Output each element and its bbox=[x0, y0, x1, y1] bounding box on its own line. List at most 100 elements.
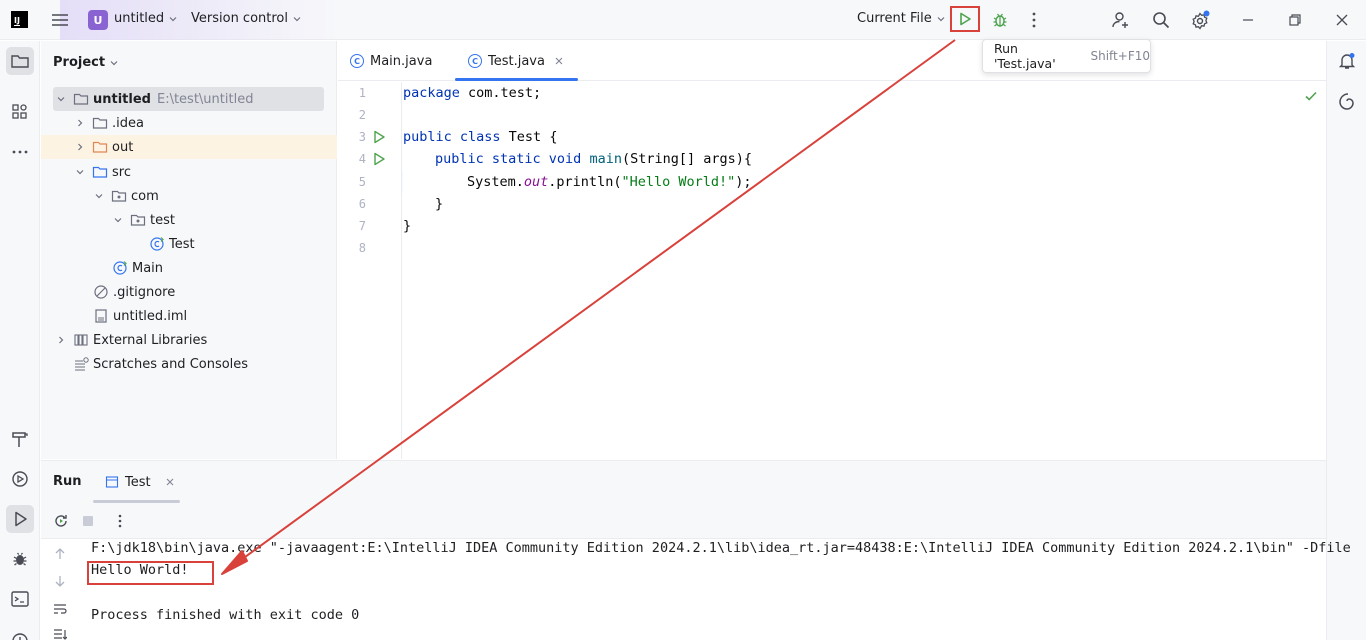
soft-wrap-icon[interactable] bbox=[53, 602, 67, 616]
editor-tab-bar: C Main.java C Test.java bbox=[338, 41, 1326, 81]
run-panel-header: Run Test bbox=[41, 461, 1326, 503]
chevron-down-icon bbox=[93, 190, 105, 202]
folder-icon bbox=[11, 55, 29, 68]
rerun-icon[interactable] bbox=[53, 513, 69, 529]
chevron-down-icon bbox=[55, 93, 67, 105]
package-icon bbox=[130, 212, 146, 228]
project-name: untitled bbox=[114, 11, 165, 26]
line-number: 3 bbox=[358, 130, 366, 144]
bug-icon bbox=[993, 13, 1007, 27]
ignore-file-icon bbox=[93, 284, 109, 300]
code-editor[interactable]: package com.test; public class Test { pu… bbox=[403, 82, 1325, 459]
services-tool-button[interactable] bbox=[6, 465, 34, 493]
tree-item-label: untitled.iml bbox=[113, 308, 188, 324]
tree-item-src[interactable]: src bbox=[41, 160, 337, 184]
ai-assistant-button[interactable] bbox=[1333, 87, 1361, 115]
tree-item-label: External Libraries bbox=[93, 332, 208, 348]
java-class-icon: C bbox=[350, 54, 364, 68]
spiral-icon bbox=[1339, 93, 1354, 110]
tree-item-untitled[interactable]: untitled E:\test\untitled bbox=[41, 87, 337, 111]
debug-button[interactable] bbox=[990, 10, 1010, 30]
notifications-button[interactable] bbox=[1333, 47, 1361, 75]
tree-item-label: out bbox=[112, 139, 134, 155]
close-tab-icon[interactable] bbox=[165, 477, 175, 487]
vcs-selector[interactable]: Version control bbox=[191, 11, 302, 26]
chevron-right-icon bbox=[74, 117, 86, 129]
folder-excluded-icon bbox=[92, 139, 108, 155]
line-number: 7 bbox=[358, 219, 366, 233]
structure-tool-button[interactable] bbox=[6, 98, 34, 126]
main-menu-icon[interactable] bbox=[50, 10, 70, 30]
more-tools-icon[interactable] bbox=[6, 138, 34, 166]
run-tooltip: Run 'Test.java' Shift+F10 bbox=[982, 39, 1151, 73]
add-user-icon[interactable] bbox=[1111, 10, 1131, 30]
tree-item-label: Test bbox=[169, 236, 195, 252]
more-actions-icon[interactable] bbox=[112, 513, 128, 529]
tree-item-label: Main bbox=[132, 260, 164, 276]
line-number: 4 bbox=[358, 152, 366, 166]
chevron-down-icon bbox=[937, 16, 945, 21]
structure-icon bbox=[12, 104, 27, 119]
tree-item-test-package[interactable]: test bbox=[41, 208, 337, 232]
tree-item-label: untitled bbox=[93, 91, 151, 107]
folder-icon bbox=[73, 91, 89, 107]
chevron-down-icon bbox=[112, 214, 124, 226]
code-line-5: System.out.println("Hello World!"); bbox=[467, 174, 752, 190]
code-line-3: public class Test { bbox=[403, 129, 558, 145]
run-config-label: Current File bbox=[857, 11, 932, 26]
project-tool-button[interactable] bbox=[6, 47, 34, 75]
tooltip-shortcut: Shift+F10 bbox=[1090, 49, 1150, 63]
clock-icon bbox=[12, 633, 28, 640]
arrow-up-icon[interactable] bbox=[53, 547, 67, 561]
tree-item-com[interactable]: com bbox=[41, 184, 337, 208]
chevron-right-icon bbox=[55, 334, 67, 346]
project-panel-header[interactable]: Project bbox=[53, 55, 119, 70]
scroll-to-end-icon[interactable] bbox=[53, 627, 67, 640]
run-gutter-icon[interactable] bbox=[372, 152, 386, 166]
tree-item-main-class[interactable]: Main bbox=[41, 256, 337, 280]
build-tool-button[interactable] bbox=[6, 425, 34, 453]
tree-item-label: com bbox=[131, 188, 159, 204]
folder-icon bbox=[92, 115, 108, 131]
project-selector[interactable]: untitled bbox=[114, 11, 178, 26]
settings-gear-icon[interactable] bbox=[1190, 9, 1212, 31]
arrow-down-icon[interactable] bbox=[53, 574, 67, 588]
editor-gutter: 1 2 3 4 5 6 7 8 bbox=[338, 82, 423, 459]
problems-tool-button[interactable] bbox=[6, 625, 34, 640]
stop-icon[interactable] bbox=[80, 513, 96, 529]
tab-test-java[interactable]: C Test.java bbox=[455, 41, 578, 81]
tree-item-label: .gitignore bbox=[113, 284, 176, 300]
tree-item-out[interactable]: out bbox=[41, 135, 337, 159]
chevron-down-icon bbox=[293, 16, 301, 21]
run-tool-button[interactable] bbox=[6, 505, 34, 533]
package-icon bbox=[111, 188, 127, 204]
tree-item-label: .idea bbox=[112, 115, 144, 131]
line-number: 6 bbox=[358, 197, 366, 211]
tree-item-test-class[interactable]: Test bbox=[41, 232, 337, 256]
line-number: 1 bbox=[358, 86, 366, 100]
tree-item-scratches[interactable]: Scratches and Consoles bbox=[41, 352, 337, 376]
close-tab-icon[interactable] bbox=[554, 56, 564, 66]
search-icon[interactable] bbox=[1151, 10, 1171, 30]
tree-item-idea[interactable]: .idea bbox=[41, 111, 337, 135]
terminal-tool-button[interactable] bbox=[6, 585, 34, 613]
tree-item-external-libraries[interactable]: External Libraries bbox=[41, 328, 337, 352]
line-number: 8 bbox=[358, 241, 366, 255]
tree-item-iml[interactable]: untitled.iml bbox=[41, 304, 337, 328]
tab-main-java[interactable]: C Main.java bbox=[350, 41, 432, 81]
project-badge[interactable]: U bbox=[88, 10, 108, 30]
minimize-icon[interactable] bbox=[1240, 12, 1256, 28]
run-config-selector[interactable]: Current File bbox=[857, 11, 946, 26]
tab-run-test[interactable]: Test bbox=[93, 461, 180, 503]
restore-icon[interactable] bbox=[1287, 12, 1303, 28]
run-button[interactable] bbox=[950, 6, 980, 32]
tree-item-gitignore[interactable]: .gitignore bbox=[41, 280, 337, 304]
more-actions-icon[interactable] bbox=[1026, 10, 1042, 30]
run-gutter-icon[interactable] bbox=[372, 130, 386, 144]
project-panel: Project untitled E:\test\untitled .idea … bbox=[41, 41, 337, 459]
debug-tool-button[interactable] bbox=[6, 545, 34, 573]
line-number: 2 bbox=[358, 108, 366, 122]
run-tab-label: Test bbox=[125, 474, 151, 490]
close-window-icon[interactable] bbox=[1334, 12, 1350, 28]
hammer-icon bbox=[12, 432, 28, 447]
